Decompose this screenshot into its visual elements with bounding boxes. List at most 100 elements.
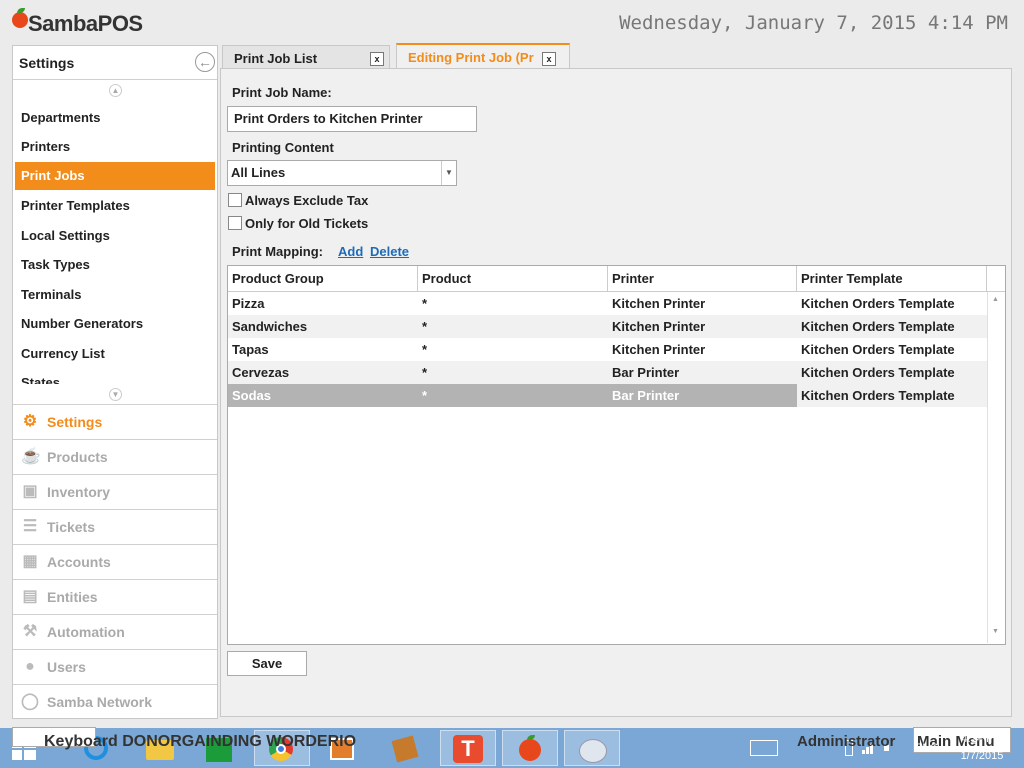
column-header-spacer (987, 266, 1005, 292)
sambapos-icon[interactable] (502, 730, 558, 766)
exclude-tax-checkbox[interactable] (228, 193, 242, 207)
tickets-icon: ☰ (22, 518, 38, 535)
sidebar-item-local-settings[interactable]: Local Settings (15, 222, 215, 250)
cell-printer: Kitchen Printer (612, 296, 706, 311)
column-header-printer[interactable]: Printer (608, 266, 797, 292)
sidebar-item-number-generators[interactable]: Number Generators (15, 310, 215, 338)
print-job-name-label: Print Job Name: (232, 85, 332, 100)
nav-settings[interactable]: ⚙ Settings (13, 404, 217, 439)
column-header-printer-template[interactable]: Printer Template (797, 266, 987, 292)
printing-content-value: All Lines (231, 165, 286, 180)
delete-mapping-link[interactable]: Delete (370, 244, 409, 259)
clock: Wednesday, January 7, 2015 4:14 PM (619, 12, 1008, 34)
keyboard-icon[interactable] (750, 740, 778, 756)
nav-inventory[interactable]: ▣ Inventory (13, 474, 217, 509)
cell-product-group: Sodas (228, 384, 418, 407)
old-tickets-label: Only for Old Tickets (245, 216, 369, 231)
boxes-icon: ▣ (22, 483, 38, 500)
table-row[interactable]: Cervezas * Bar Printer Kitchen Orders Te… (228, 361, 987, 384)
nav-automation[interactable]: ⚒ Automation (13, 614, 217, 649)
user-icon: ● (25, 658, 35, 675)
nav-label: Inventory (47, 484, 111, 500)
column-header-product-group[interactable]: Product Group (228, 266, 418, 292)
sidebar-item-printers[interactable]: Printers (15, 133, 215, 161)
cell-product: * (422, 319, 428, 334)
sidebar-item-print-jobs[interactable]: Print Jobs (15, 162, 215, 190)
cup-icon: ☕ (21, 448, 41, 465)
sidebar-title: Settings (19, 55, 75, 71)
cell-printer-template: Kitchen Orders Template (801, 365, 955, 380)
cell-product-group: Tapas (232, 342, 269, 357)
cell-printer: Bar Printer (608, 384, 797, 407)
sidebar-item-terminals[interactable]: Terminals (15, 281, 215, 309)
settings-list: Departments Printers Print Jobs Printer … (13, 104, 217, 384)
table-row[interactable]: Sandwiches * Kitchen Printer Kitchen Ord… (228, 315, 987, 338)
column-header-product[interactable]: Product (418, 266, 608, 292)
cell-product: * (422, 342, 428, 357)
scroll-down-icon[interactable]: ▼ (109, 388, 122, 401)
current-user[interactable]: Administrator (797, 733, 895, 750)
overlay-text: Keyboard DONORGAINDING WORDERIO (44, 733, 357, 750)
nav-tickets[interactable]: ☰ Tickets (13, 509, 217, 544)
nav-users[interactable]: ● Users (13, 649, 217, 684)
nav-label: Tickets (47, 519, 95, 535)
sidebar-item-states[interactable]: States (15, 369, 215, 384)
nav-accounts[interactable]: ▦ Accounts (13, 544, 217, 579)
nav-entities[interactable]: ▤ Entities (13, 579, 217, 614)
table-row[interactable]: Tapas * Kitchen Printer Kitchen Orders T… (228, 338, 987, 361)
sidebar-item-task-types[interactable]: Task Types (15, 251, 215, 279)
cell-printer-template: Kitchen Orders Template (801, 319, 955, 334)
nav-label: Users (47, 659, 86, 675)
cell-product-group: Sandwiches (232, 319, 308, 334)
sidebar-header: Settings ← (13, 46, 217, 80)
media-icon[interactable] (378, 730, 434, 766)
sidebar-item-currency-list[interactable]: Currency List (15, 340, 215, 368)
grid-icon: ▤ (22, 588, 38, 605)
cell-product: * (422, 365, 428, 380)
printing-content-label: Printing Content (232, 140, 334, 155)
close-icon[interactable]: x (542, 52, 556, 66)
nav-label: Samba Network (47, 694, 153, 710)
save-button[interactable]: Save (227, 651, 307, 676)
cell-printer-template: Kitchen Orders Template (801, 296, 955, 311)
cell-printer: Kitchen Printer (612, 342, 706, 357)
sidebar-item-printer-templates[interactable]: Printer Templates (15, 192, 215, 220)
vertical-scrollbar[interactable]: ▲ ▼ (987, 292, 1005, 643)
scroll-down-arrow-icon[interactable]: ▼ (992, 628, 999, 635)
chevron-down-icon[interactable]: ▼ (441, 161, 456, 185)
cell-product-group: Pizza (232, 296, 265, 311)
nav-products[interactable]: ☕ Products (13, 439, 217, 474)
print-mapping-grid: Product Group Product Printer Printer Te… (227, 265, 1006, 645)
nav-label: Accounts (47, 554, 111, 570)
taskbar-date[interactable]: 1/7/2015 (957, 750, 1007, 762)
scroll-up-arrow-icon[interactable]: ▲ (992, 296, 999, 303)
cell-printer: Kitchen Printer (612, 319, 706, 334)
nav-samba-network[interactable]: ◯ Samba Network (13, 684, 217, 719)
cell-printer: Bar Printer (612, 365, 680, 380)
cell-product: * (418, 384, 608, 407)
scroll-up-icon[interactable]: ▲ (109, 84, 122, 97)
calculator-icon: ▦ (22, 553, 38, 570)
back-arrow-icon[interactable]: ← (195, 52, 215, 72)
sidebar-item-departments[interactable]: Departments (15, 104, 215, 132)
printing-content-select[interactable]: All Lines ▼ (227, 160, 457, 186)
old-tickets-checkbox[interactable] (228, 216, 242, 230)
nav-label: Settings (47, 414, 103, 430)
paint-icon[interactable] (564, 730, 620, 766)
apple-logo-icon (12, 12, 28, 28)
nav-label: Automation (47, 624, 125, 640)
print-mapping-label: Print Mapping: (232, 244, 323, 259)
teamviewer-icon[interactable]: T (440, 730, 496, 766)
close-icon[interactable]: x (370, 52, 384, 66)
print-job-name-input[interactable]: Print Orders to Kitchen Printer (227, 106, 477, 132)
language-indicator[interactable]: ENG (915, 742, 939, 754)
add-mapping-link[interactable]: Add (338, 244, 363, 259)
gavel-icon: ⚒ (22, 623, 38, 640)
cell-product: * (422, 296, 428, 311)
table-row[interactable]: Pizza * Kitchen Printer Kitchen Orders T… (228, 292, 987, 315)
gear-icon: ⚙ (22, 413, 38, 430)
taskbar-time[interactable]: 4:14 PM (957, 733, 1007, 745)
nav-label: Products (47, 449, 108, 465)
cell-product-group: Cervezas (232, 365, 290, 380)
table-row-selected[interactable]: Sodas * Bar Printer Kitchen Orders Templ… (228, 384, 987, 407)
